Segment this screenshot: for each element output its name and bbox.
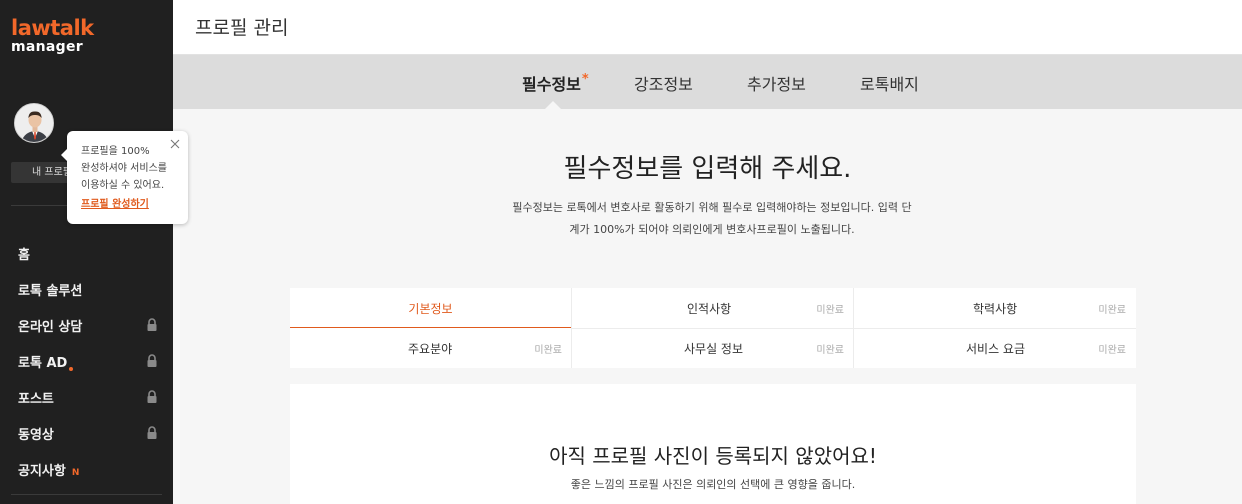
complete-profile-link[interactable]: 프로필 완성하기: [81, 196, 149, 213]
page-title: 프로필 관리: [195, 17, 289, 39]
page-header: 프로필 관리: [173, 0, 1242, 55]
profile-photo-card: 아직 프로필 사진이 등록되지 않았어요! 좋은 느낌의 프로필 사진은 의뢰인…: [290, 384, 1136, 504]
sidebar-item-label: 포스트: [18, 391, 54, 407]
tab-highlight-info[interactable]: 강조정보: [634, 71, 693, 95]
grid-divider: [572, 328, 1136, 329]
sidebar-item-label: 동영상: [18, 427, 54, 443]
sidebar-item-label: 온라인 상담: [18, 319, 83, 335]
section-main-fields[interactable]: 주요분야 미완료: [290, 328, 572, 368]
logo-line2: manager: [11, 39, 83, 55]
section-basic-info[interactable]: 기본정보: [290, 288, 572, 328]
required-star: *: [581, 72, 589, 87]
logo-line1: lawtalk: [11, 16, 94, 40]
active-tab-indicator: [545, 101, 561, 109]
avatar[interactable]: [14, 103, 54, 143]
section-name: 인적사항: [687, 302, 732, 316]
lock-icon: [147, 318, 157, 331]
sidebar-item-label: 공지사항: [18, 463, 66, 479]
required-sections-grid: 기본정보 인적사항 미완료 학력사항 미완료 주요분야 미완료 사무실 정보 미…: [290, 288, 1136, 368]
section-name: 서비스 요금: [966, 342, 1026, 356]
sidebar-item-label: 홈: [18, 247, 30, 263]
section-office-info[interactable]: 사무실 정보 미완료: [572, 328, 854, 368]
sidebar-item-label: 로톡 솔루션: [18, 283, 83, 299]
section-personal-info[interactable]: 인적사항 미완료: [572, 288, 854, 328]
sidebar-item-lawtalk-solution[interactable]: 로톡 솔루션: [18, 271, 158, 307]
tab-lawtalk-badge[interactable]: 로톡배지: [860, 71, 919, 95]
my-profile-button[interactable]: 내 프로필: [11, 162, 71, 183]
profile-tabs: 필수정보* 강조정보 추가정보 로톡배지: [173, 55, 1242, 109]
section-name: 사무실 정보: [684, 342, 744, 356]
section-name: 주요분야: [408, 342, 453, 356]
profile-completion-tooltip: 프로필을 100% 완성하셔야 서비스를 이용하실 수 있어요. 프로필 완성하…: [61, 131, 188, 224]
tooltip-line: 프로필을 100%: [81, 146, 150, 157]
photo-card-title: 아직 프로필 사진이 등록되지 않았어요!: [549, 444, 877, 468]
section-status: 미완료: [1098, 345, 1126, 356]
tooltip-line: 완성하셔야 서비스를: [81, 163, 167, 174]
section-service-fee[interactable]: 서비스 요금 미완료: [854, 328, 1136, 368]
sidebar-item-online-consult[interactable]: 온라인 상담: [18, 307, 158, 343]
tab-additional-info[interactable]: 추가정보: [747, 71, 806, 95]
lock-icon: [147, 354, 157, 367]
section-name: 기본정보: [408, 302, 453, 316]
section-status: 미완료: [1098, 305, 1126, 316]
section-education[interactable]: 학력사항 미완료: [854, 288, 1136, 328]
section-name: 학력사항: [973, 302, 1018, 316]
section-status: 미완료: [534, 345, 562, 356]
sidebar-item-post[interactable]: 포스트: [18, 379, 158, 415]
photo-card-description: 좋은 느낌의 프로필 사진은 의뢰인의 선택에 큰 영향을 줍니다.: [570, 478, 856, 491]
tooltip-line: 이용하실 수 있어요.: [81, 180, 165, 191]
sidebar-divider: [11, 494, 162, 495]
section-heading: 필수정보를 입력해 주세요.: [563, 154, 852, 184]
tab-label: 필수정보: [522, 75, 581, 94]
sidebar-item-home[interactable]: 홈: [18, 235, 158, 271]
sidebar-item-notice[interactable]: 공지사항 N: [18, 451, 158, 487]
close-icon[interactable]: [170, 139, 180, 149]
sidebar-menu: 홈 로톡 솔루션 온라인 상담 로톡 AD 포스트 동영상 공지사항 N: [18, 235, 158, 487]
new-badge: N: [71, 467, 80, 478]
new-dot-indicator: [69, 366, 74, 371]
section-description: 필수정보는 로톡에서 변호사로 활동하기 위해 필수로 입력해야하는 정보입니다…: [512, 201, 912, 236]
sidebar-item-video[interactable]: 동영상: [18, 415, 158, 451]
lock-icon: [147, 426, 157, 439]
tab-required-info[interactable]: 필수정보*: [522, 71, 589, 95]
lawtalk-manager-logo[interactable]: lawtalk manager: [11, 16, 94, 55]
lawyer-avatar-icon: [15, 104, 53, 142]
sidebar: lawtalk manager 내 프로필 홈 로톡 솔루션 온라인 상담 로톡…: [0, 0, 173, 504]
sidebar-item-label: 로톡 AD: [18, 355, 68, 371]
section-status: 미완료: [816, 345, 844, 356]
section-status: 미완료: [816, 305, 844, 316]
lock-icon: [147, 390, 157, 403]
sidebar-item-lawtalk-ad[interactable]: 로톡 AD: [18, 343, 158, 379]
